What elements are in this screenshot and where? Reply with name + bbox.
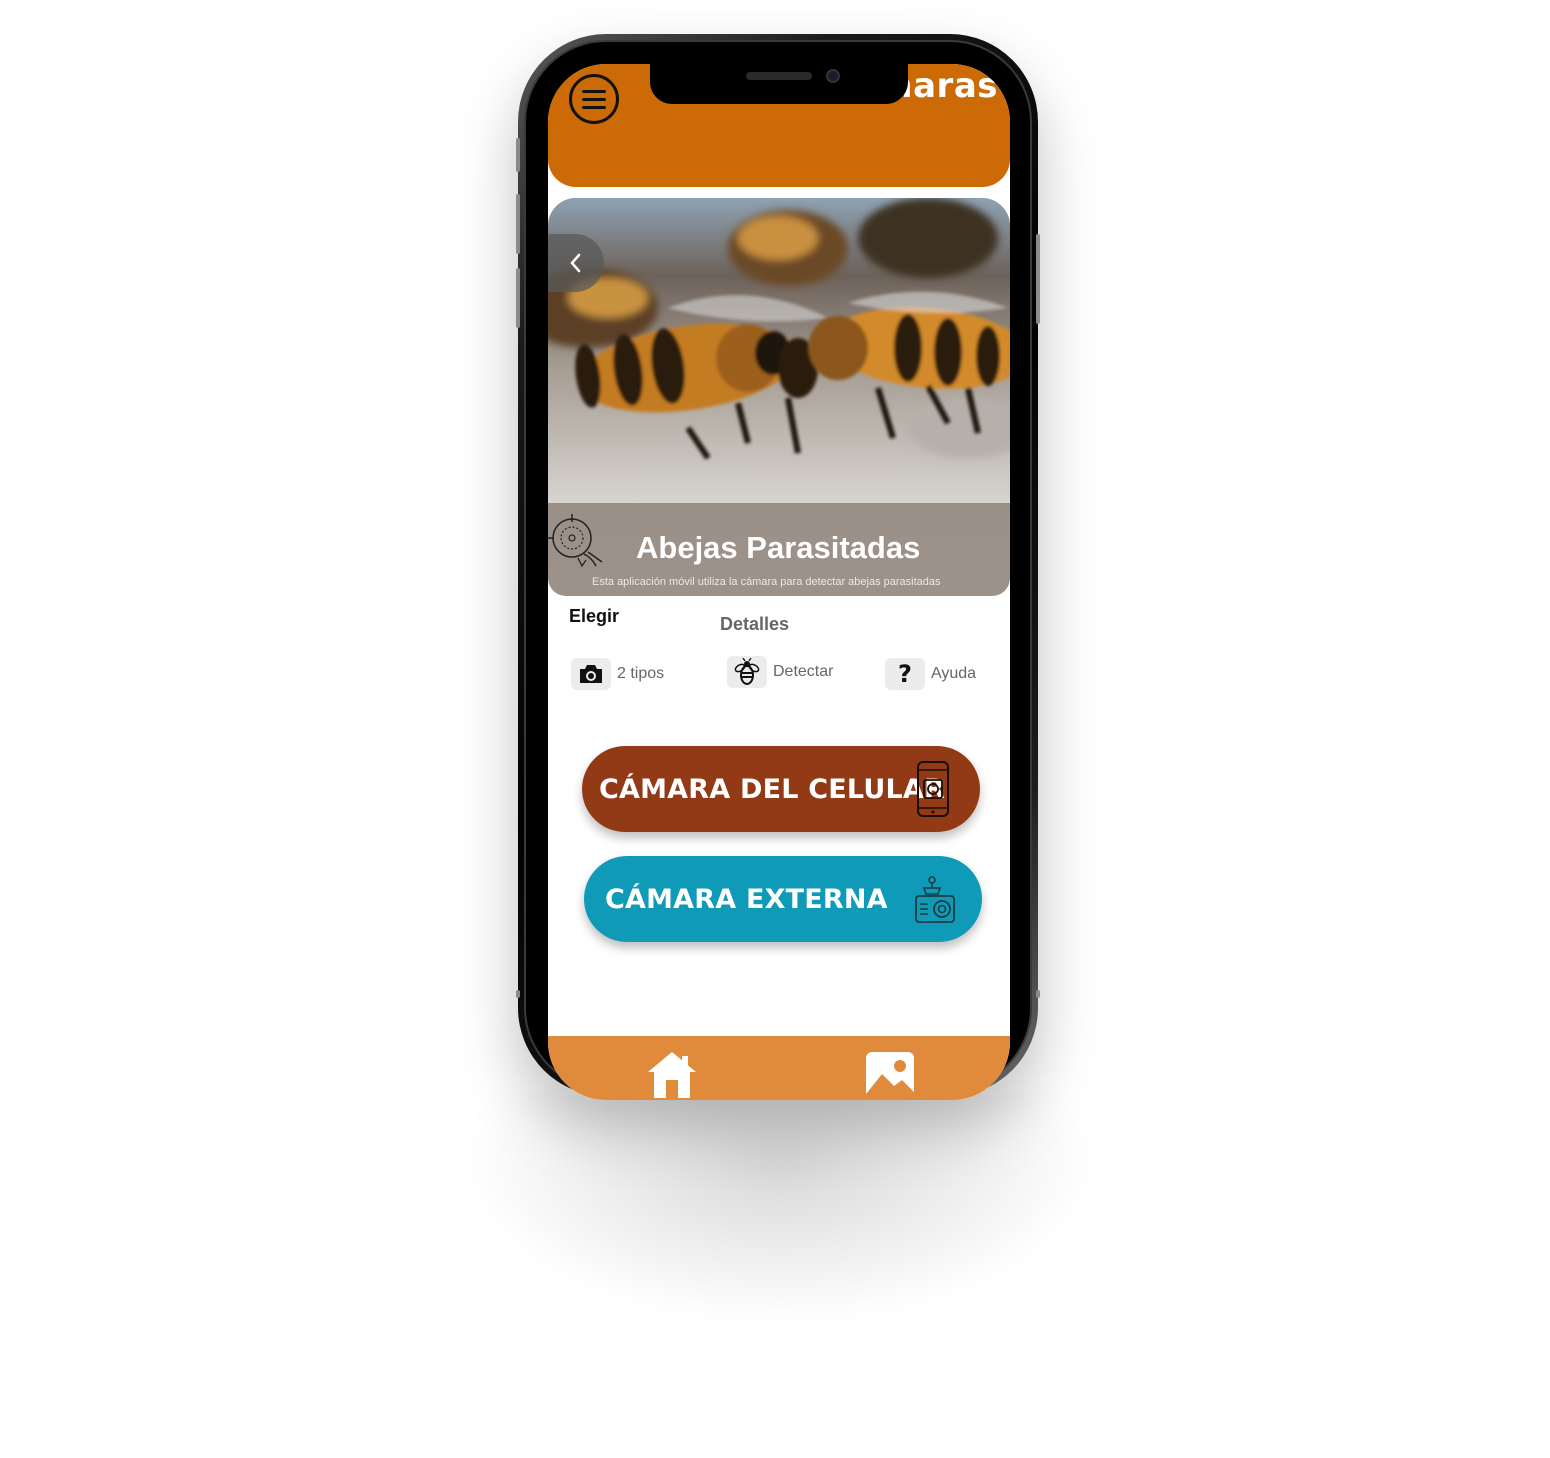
external-camera-icon [915,876,955,923]
tab-detalles[interactable]: Detalles [720,614,789,635]
frame-antenna-right [1036,990,1040,998]
phone-screen: Cámaras Abejas Parasitadas Esta aplicaci… [548,64,1010,1100]
phone-shadow [470,1090,1090,1320]
speaker-grille [746,72,812,80]
feature-ayuda: ? Ayuda [885,658,976,690]
frame-antenna-left [516,990,520,998]
feature-detectar: Detectar [727,656,833,688]
chevron-left-icon [570,253,581,273]
bee-icon [727,656,767,688]
bottom-nav [548,1036,1010,1100]
menu-icon[interactable] [569,74,619,124]
feature-tipos: 2 tipos [571,658,664,690]
external-camera-button-label: CÁMARA EXTERNA [605,883,888,915]
phone-camera-icon [917,761,949,817]
back-button[interactable] [548,234,604,292]
stage: Cámaras Abejas Parasitadas Esta aplicaci… [0,0,1550,1458]
front-camera [826,69,840,83]
phone-camera-button-label: CÁMARA DEL CELULAR [599,773,945,805]
power-button [1036,234,1040,324]
bee-photo [548,198,1010,508]
phone-camera-button[interactable]: CÁMARA DEL CELULAR [582,746,980,832]
gallery-icon[interactable] [864,1050,916,1098]
hero-title: Abejas Parasitadas [636,530,921,565]
notch [650,64,908,104]
target-search-icon [548,514,603,568]
hero-card: Abejas Parasitadas Esta aplicación móvil… [548,198,1010,596]
help-icon: ? [885,658,925,690]
tab-elegir[interactable]: Elegir [569,606,619,627]
volume-up-button [516,194,520,254]
external-camera-button[interactable]: CÁMARA EXTERNA [584,856,982,942]
camera-icon [571,658,611,690]
feature-label: Detectar [773,663,834,680]
home-icon[interactable] [646,1050,698,1098]
mute-switch [516,138,520,172]
hero-subtitle: Esta aplicación móvil utiliza la cámara … [592,576,941,588]
feature-label: 2 tipos [617,665,665,682]
volume-down-button [516,268,520,328]
phone-frame: Cámaras Abejas Parasitadas Esta aplicaci… [516,34,1040,1100]
feature-label: Ayuda [931,665,977,682]
